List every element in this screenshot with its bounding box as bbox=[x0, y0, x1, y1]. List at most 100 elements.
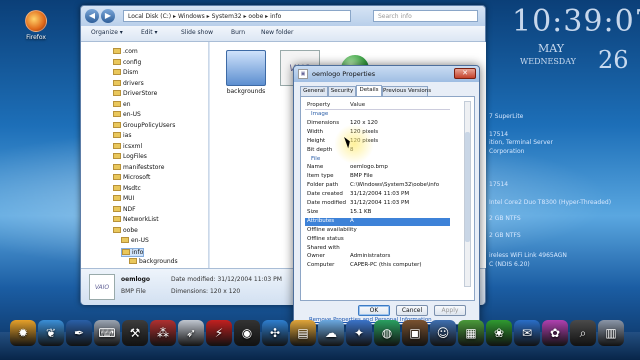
firefox-icon bbox=[25, 10, 47, 32]
edit-button[interactable]: Edit ▾ bbox=[141, 29, 158, 36]
nav-item[interactable]: Microsoft bbox=[113, 174, 150, 181]
nav-item[interactable]: en-US bbox=[113, 111, 141, 118]
star-icon[interactable]: ✦ bbox=[346, 320, 372, 346]
forward-button[interactable]: ▶ bbox=[101, 9, 115, 23]
desktop-icon-firefox[interactable]: Firefox bbox=[16, 10, 56, 41]
address-bar[interactable]: Local Disk (C:) ▸ Windows ▸ System32 ▸ o… bbox=[123, 10, 351, 22]
pen-icon[interactable]: ✒ bbox=[66, 320, 92, 346]
tab-security[interactable]: Security bbox=[328, 86, 356, 96]
atari-icon[interactable]: ⚡ bbox=[206, 320, 232, 346]
new-folder-button[interactable]: New folder bbox=[261, 29, 293, 36]
nav-item[interactable]: GroupPolicyUsers bbox=[113, 121, 175, 129]
property-row[interactable]: Name oemlogo.bmp bbox=[305, 164, 450, 173]
nav-item[interactable]: icsxml bbox=[113, 142, 142, 150]
properties-dialog[interactable]: ▣ oemlogo Properties ✕ General Security … bbox=[293, 65, 480, 325]
property-row[interactable]: Owner Administrators bbox=[305, 253, 450, 262]
property-row[interactable]: Bit depth8 bbox=[305, 147, 450, 156]
property-row[interactable]: Attributes A bbox=[305, 217, 450, 227]
compass-icon[interactable]: ✣ bbox=[262, 320, 288, 346]
close-button[interactable]: ✕ bbox=[454, 68, 476, 79]
property-row[interactable]: Folder path C:\Windows\System32\oobe\info bbox=[305, 182, 450, 191]
nav-item[interactable]: ias bbox=[113, 132, 131, 139]
nav-item-label: Msdtc bbox=[123, 184, 141, 192]
frog-icon[interactable]: ❀ bbox=[486, 320, 512, 346]
bird-icon[interactable]: ❦ bbox=[38, 320, 64, 346]
details-panel: Property Value Image Dimensions 120 x 120 W… bbox=[300, 96, 475, 323]
dots-icon[interactable]: ⁂ bbox=[150, 320, 176, 346]
property-row[interactable]: Size 15.1 KB bbox=[305, 209, 450, 218]
burn-button[interactable]: Burn bbox=[231, 29, 245, 36]
system-info-line: ition, Terminal Server bbox=[489, 139, 553, 146]
property-row[interactable]: Computer CAPER-PC (this computer) bbox=[305, 262, 450, 271]
system-info-line: Intel Core2 Duo T8300 (Hyper-Threaded) bbox=[489, 199, 612, 206]
property-row[interactable]: Shared with bbox=[305, 245, 450, 254]
nav-item[interactable]: info bbox=[121, 247, 145, 257]
nav-item[interactable]: en bbox=[113, 100, 131, 108]
trash-icon[interactable]: ▥ bbox=[598, 320, 624, 346]
chart-icon[interactable]: ▦ bbox=[458, 320, 484, 346]
tab-previous-versions[interactable]: Previous Versions bbox=[382, 86, 431, 96]
slideshow-button[interactable]: Slide show bbox=[181, 29, 213, 36]
photo-icon[interactable]: ▣ bbox=[402, 320, 428, 346]
nav-item[interactable]: MUI bbox=[113, 195, 134, 202]
mail-icon[interactable]: ✉ bbox=[514, 320, 540, 346]
folder-icon bbox=[113, 79, 121, 86]
scrollbar-thumb[interactable] bbox=[465, 132, 470, 242]
property-row[interactable]: Offline status bbox=[305, 236, 450, 245]
property-row[interactable]: Date modified 31/12/2004 11:03 PM bbox=[305, 200, 450, 209]
weather-icon[interactable]: ☁ bbox=[318, 320, 344, 346]
settings-icon[interactable]: ✹ bbox=[10, 320, 36, 346]
nav-item[interactable]: drivers bbox=[113, 79, 144, 87]
folder-icon bbox=[113, 184, 121, 191]
nav-item[interactable]: .com bbox=[113, 48, 138, 55]
folder-icon bbox=[121, 237, 129, 243]
details-dimensions: Dimensions: 120 x 120 bbox=[171, 288, 241, 295]
nav-item[interactable]: backgrounds bbox=[129, 258, 178, 265]
property-name: Attributes bbox=[307, 217, 335, 224]
property-row[interactable]: Item type BMP File bbox=[305, 173, 450, 182]
tab-details[interactable]: Details bbox=[356, 85, 382, 96]
dialog-title: oemlogo Properties bbox=[312, 70, 376, 78]
property-row[interactable]: Width120 pixels bbox=[305, 129, 450, 138]
folder-icon[interactable]: ▤ bbox=[290, 320, 316, 346]
search-input[interactable]: Search info bbox=[373, 10, 478, 22]
property-row[interactable]: Offline availability bbox=[305, 227, 450, 236]
folder-icon bbox=[129, 258, 137, 264]
person-icon[interactable]: ☺ bbox=[430, 320, 456, 346]
nav-item[interactable]: manifeststore bbox=[113, 163, 164, 171]
file-item-backgrounds[interactable]: backgrounds bbox=[220, 50, 272, 95]
property-name: Name bbox=[307, 164, 324, 171]
nav-item-label: drivers bbox=[123, 79, 144, 87]
nav-item[interactable]: Dism bbox=[113, 69, 138, 76]
tab-general[interactable]: General bbox=[300, 86, 328, 96]
nav-item[interactable]: Msdtc bbox=[113, 184, 141, 192]
property-section-header[interactable]: File bbox=[305, 156, 450, 165]
nav-item[interactable]: LogFiles bbox=[113, 153, 147, 160]
column-header-property[interactable]: Property bbox=[307, 102, 330, 108]
rocket-icon[interactable]: ➶ bbox=[178, 320, 204, 346]
nav-item[interactable]: NDF bbox=[113, 205, 136, 213]
nav-item[interactable]: DriverStore bbox=[113, 90, 157, 97]
nav-item[interactable]: oobe bbox=[113, 226, 138, 234]
property-grid[interactable]: Image Dimensions120 x 120Width120 pixelsH… bbox=[305, 111, 450, 285]
property-row[interactable]: Height120 pixels bbox=[305, 138, 450, 147]
property-row[interactable]: Dimensions 120 x 120 bbox=[305, 120, 450, 129]
column-header-value[interactable]: Value bbox=[350, 102, 365, 108]
navigation-pane[interactable]: .com config Dism drivers DriverStore en en-US G… bbox=[81, 42, 209, 292]
globe-icon[interactable]: ◍ bbox=[374, 320, 400, 346]
magnifier-icon[interactable]: ⌕ bbox=[570, 320, 596, 346]
property-name: Dimensions bbox=[307, 119, 340, 126]
property-row[interactable]: Date created 31/12/2004 11:03 PM bbox=[305, 191, 450, 200]
keyboard-icon[interactable]: ⌨ bbox=[94, 320, 120, 346]
nav-item[interactable]: en-US bbox=[121, 237, 149, 244]
tools-icon[interactable]: ⚒ bbox=[122, 320, 148, 346]
property-grid-scrollbar[interactable] bbox=[464, 101, 471, 287]
player-icon[interactable]: ◉ bbox=[234, 320, 260, 346]
property-section-header[interactable]: Image bbox=[305, 111, 450, 120]
flower-icon[interactable]: ✿ bbox=[542, 320, 568, 346]
back-button[interactable]: ◀ bbox=[85, 9, 99, 23]
organize-button[interactable]: Organize ▾ bbox=[91, 29, 123, 36]
nav-item[interactable]: config bbox=[113, 58, 141, 66]
explorer-titlebar: ◀ ▶ Local Disk (C:) ▸ Windows ▸ System32… bbox=[81, 6, 485, 26]
nav-item[interactable]: NetworkList bbox=[113, 216, 159, 223]
